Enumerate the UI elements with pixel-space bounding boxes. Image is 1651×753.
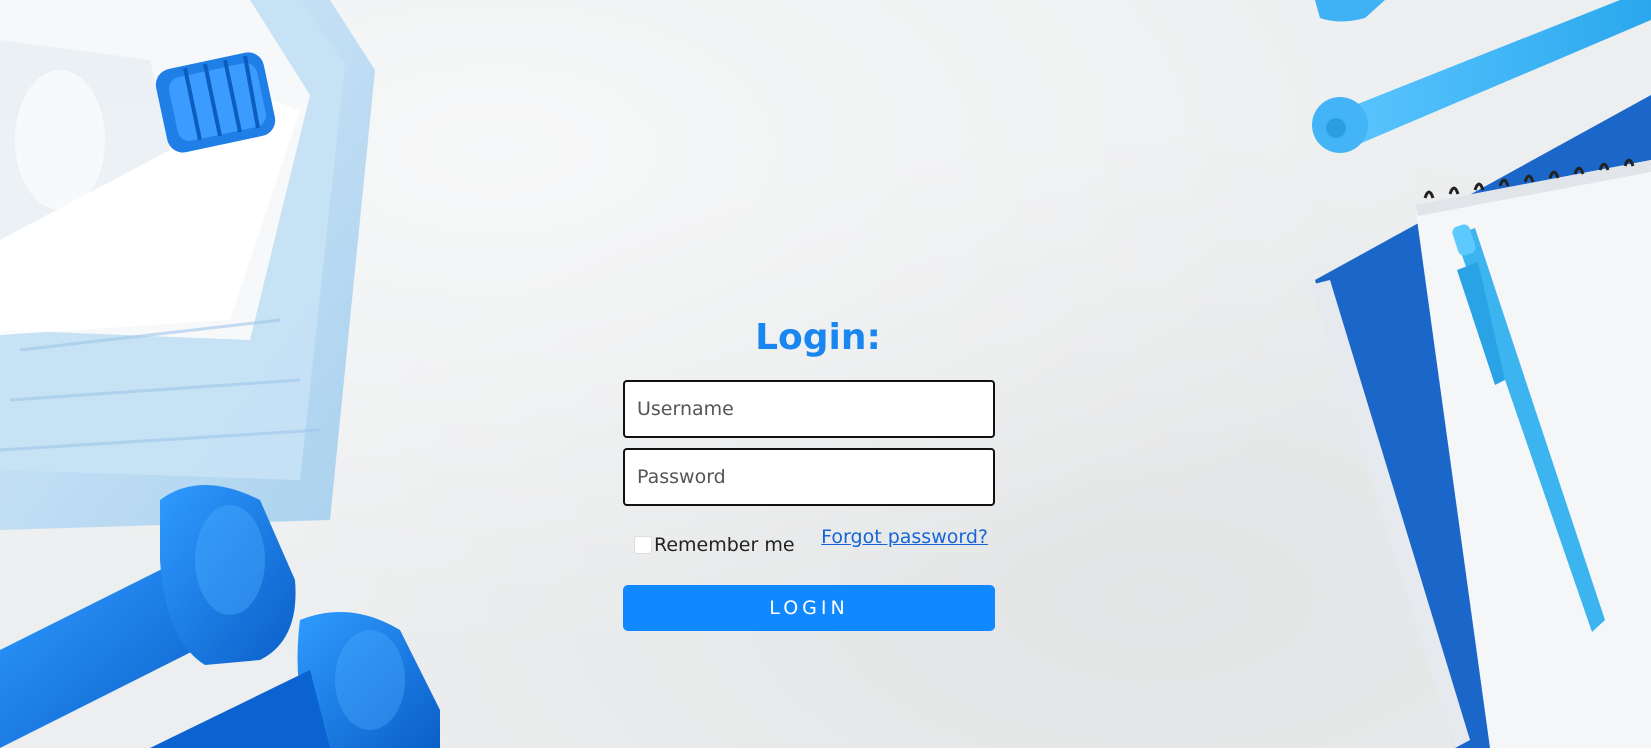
forgot-password-link[interactable]: Forgot password?: [821, 526, 988, 548]
remember-me-label: Remember me: [654, 534, 795, 556]
username-input[interactable]: [623, 380, 995, 438]
login-button[interactable]: LOGIN: [623, 585, 995, 631]
notebook-icon: [1310, 95, 1651, 748]
login-form: Login: Remember me Forgot password? LOGI…: [623, 308, 995, 631]
login-options-row: Remember me Forgot password?: [623, 516, 995, 564]
page-bottom-edge: [0, 748, 1651, 753]
login-title: Login:: [755, 317, 881, 358]
remember-me-control[interactable]: Remember me: [634, 534, 795, 556]
remember-me-checkbox[interactable]: [634, 536, 652, 554]
password-input[interactable]: [623, 448, 995, 506]
login-page-background: Login: Remember me Forgot password? LOGI…: [0, 0, 1651, 748]
